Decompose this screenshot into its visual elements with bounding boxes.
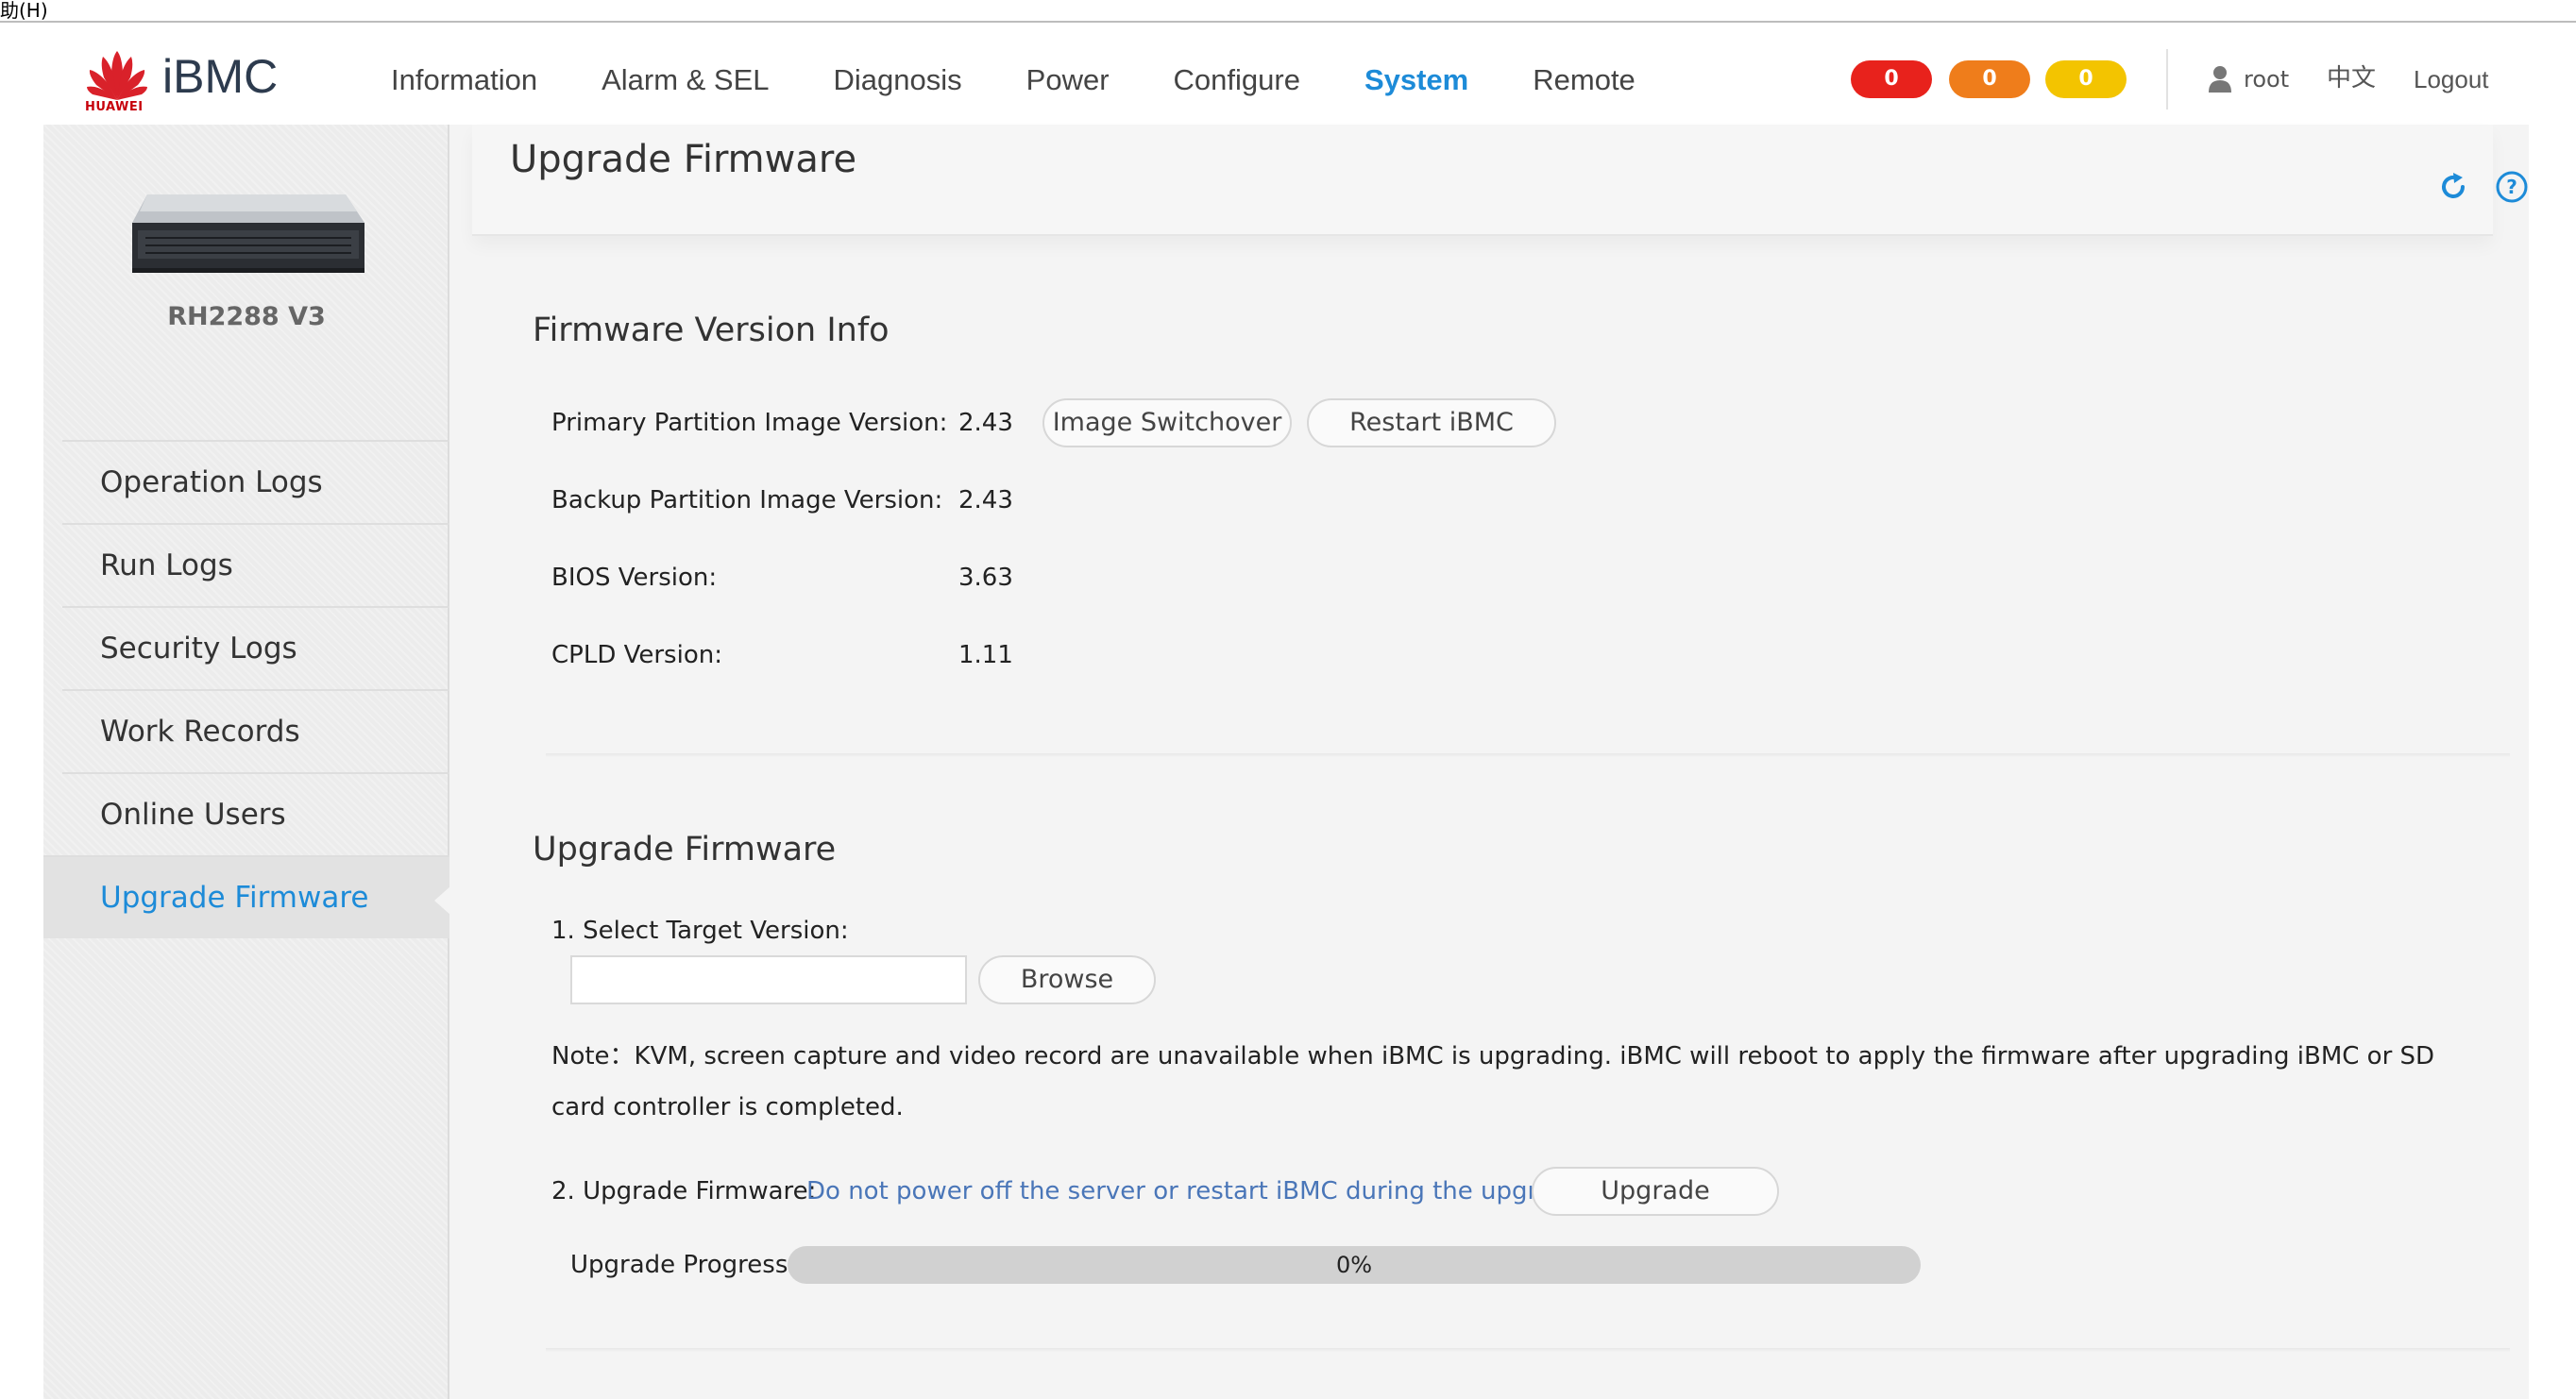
sidebar-item-work-records[interactable]: Work Records — [62, 689, 449, 772]
nav-remote[interactable]: Remote — [1533, 57, 1635, 104]
bios-version-label: BIOS Version: — [551, 564, 718, 592]
language-switch[interactable]: 中文 — [2327, 62, 2376, 94]
huawei-wordmark: HUAWEI — [85, 100, 144, 114]
progress-text: 0% — [1335, 1252, 1373, 1278]
minor-alarm-badge[interactable]: 0 — [2045, 60, 2127, 98]
browser-menubar: 助(H) — [0, 0, 2576, 23]
header: HUAWEI iBMC Information Alarm & SEL Diag… — [43, 23, 2529, 125]
help-icon[interactable]: ? — [2495, 170, 2529, 204]
device-model: RH2288 V3 — [167, 302, 326, 331]
sidebar-item-security-logs[interactable]: Security Logs — [62, 606, 449, 689]
primary-version-label: Primary Partition Image Version: — [551, 409, 948, 437]
sidebar-item-upgrade-firmware[interactable]: Upgrade Firmware — [43, 855, 451, 938]
nav-power[interactable]: Power — [1026, 57, 1110, 104]
sidebar-item-online-users[interactable]: Online Users — [62, 772, 449, 855]
upgrade-note: Note：KVM, screen capture and video recor… — [551, 1042, 2435, 1121]
logout-link[interactable]: Logout — [2414, 64, 2489, 94]
page-title-bar: Upgrade Firmware ? — [472, 125, 2528, 236]
refresh-icon[interactable] — [2436, 170, 2470, 204]
backup-version-label: Backup Partition Image Version: — [551, 486, 943, 514]
window-right-gutter — [2529, 23, 2576, 1399]
upgrade-progress-bar: 0% — [788, 1246, 1921, 1284]
major-alarm-badge[interactable]: 0 — [1949, 60, 2030, 98]
progress-label: Upgrade Progress: — [570, 1251, 797, 1279]
page-title: Upgrade Firmware — [510, 138, 857, 181]
main-content: Upgrade Firmware ? Firmware Version Info… — [451, 125, 2529, 1399]
main-nav: Information Alarm & SEL Diagnosis Power … — [391, 57, 1700, 104]
user-name[interactable]: root — [2244, 64, 2289, 94]
window-left-gutter — [0, 23, 43, 1399]
cpld-version-value: 1.11 — [958, 641, 1013, 669]
sidebar: RH2288 V3 Operation Logs Run Logs Securi… — [43, 125, 451, 1399]
svg-text:?: ? — [2506, 176, 2517, 198]
firmware-info-title: Firmware Version Info — [533, 312, 890, 349]
upgrade-button[interactable]: Upgrade — [1532, 1167, 1779, 1216]
brand-title: iBMC — [162, 50, 279, 103]
nav-alarm-sel[interactable]: Alarm & SEL — [602, 57, 769, 104]
header-divider — [2166, 49, 2168, 110]
select-version-label: 1. Select Target Version: — [551, 917, 849, 945]
ibmc-frame: HUAWEI iBMC Information Alarm & SEL Diag… — [43, 23, 2529, 1399]
menubar-fragment[interactable]: 助(H) — [0, 0, 48, 21]
firmware-file-field[interactable] — [570, 955, 967, 1004]
section-divider-bottom — [546, 1348, 2510, 1352]
browse-button[interactable]: Browse — [978, 955, 1156, 1004]
user-icon — [2209, 66, 2231, 93]
critical-alarm-badge[interactable]: 0 — [1851, 60, 1932, 98]
section-divider — [546, 753, 2510, 757]
sidebar-item-run-logs[interactable]: Run Logs — [62, 523, 449, 606]
backup-version-value: 2.43 — [958, 486, 1013, 514]
upgrade-section-title: Upgrade Firmware — [533, 831, 837, 868]
nav-system[interactable]: System — [1364, 57, 1468, 104]
upgrade-step-label: 2. Upgrade Firmware: — [551, 1177, 817, 1205]
nav-diagnosis[interactable]: Diagnosis — [834, 57, 962, 104]
sidebar-menu: Operation Logs Run Logs Security Logs Wo… — [43, 440, 451, 938]
primary-version-value: 2.43 — [958, 409, 1013, 437]
server-image — [132, 194, 364, 273]
upgrade-warning: Do not power off the server or restart i… — [806, 1177, 1591, 1205]
restart-ibmc-button[interactable]: Restart iBMC — [1307, 398, 1556, 447]
nav-information[interactable]: Information — [391, 57, 537, 104]
bios-version-value: 3.63 — [958, 564, 1013, 592]
nav-configure[interactable]: Configure — [1174, 57, 1300, 104]
image-switchover-button[interactable]: Image Switchover — [1042, 398, 1292, 447]
sidebar-item-operation-logs[interactable]: Operation Logs — [62, 440, 449, 523]
cpld-version-label: CPLD Version: — [551, 641, 722, 669]
